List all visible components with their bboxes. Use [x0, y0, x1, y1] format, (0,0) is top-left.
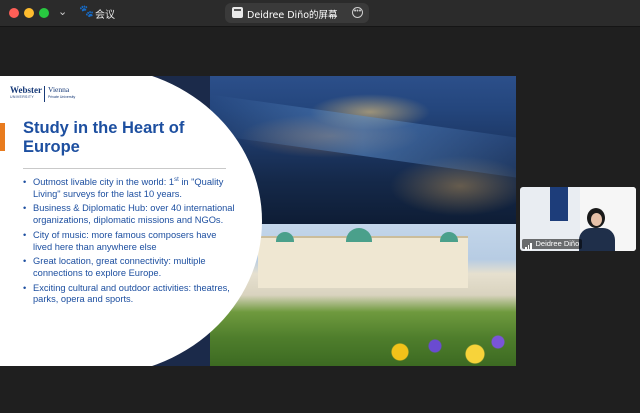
bullet-item: Business & Diplomatic Hub: over 40 inter…: [23, 203, 238, 226]
bullet-item: Exciting cultural and outdoor activities…: [23, 283, 238, 306]
bullet-item: Outmost livable city in the world: 1st i…: [23, 177, 238, 200]
slide-headline: Study in the Heart of Europe: [23, 119, 185, 156]
bullet-list: Outmost livable city in the world: 1st i…: [23, 177, 238, 309]
participant-name: Deidree Diño: [535, 239, 580, 248]
paw-icon[interactable]: 🐾: [79, 4, 94, 18]
participant-body: [579, 228, 615, 251]
more-options-icon[interactable]: •••: [352, 7, 363, 18]
fullscreen-window-button[interactable]: [39, 8, 49, 18]
screen-share-indicator[interactable]: Deidree Diño的屏幕 •••: [225, 3, 369, 23]
participant-face: [591, 213, 602, 226]
bullet-item: City of music: more famous composers hav…: [23, 230, 238, 253]
chevron-down-icon[interactable]: ⌄: [58, 5, 67, 18]
garden-flowers: [380, 334, 516, 366]
participant-name-tag: Deidree Diño: [522, 239, 583, 250]
share-title: Deidree Diño的屏幕: [247, 10, 338, 21]
close-window-button[interactable]: [9, 8, 19, 18]
accent-bar: [0, 123, 5, 151]
window-titlebar: ⌄ 🐾 会议 Deidree Diño的屏幕 •••: [0, 0, 640, 27]
participant-video-tile[interactable]: Deidree Diño: [520, 187, 636, 251]
screen-share-icon: [232, 7, 243, 18]
minimize-window-button[interactable]: [24, 8, 34, 18]
bullet-item: Great location, great connectivity: mult…: [23, 256, 238, 279]
palace-building: [258, 236, 468, 288]
meeting-label[interactable]: 会议: [95, 6, 115, 21]
signal-strength-icon: [525, 240, 533, 250]
webster-vienna-logo: Webster UNIVERSITY Vienna Private Univer…: [10, 86, 75, 102]
shared-slide: Webster UNIVERSITY Vienna Private Univer…: [0, 76, 516, 366]
background-banner: [550, 187, 568, 221]
divider: [23, 168, 226, 169]
